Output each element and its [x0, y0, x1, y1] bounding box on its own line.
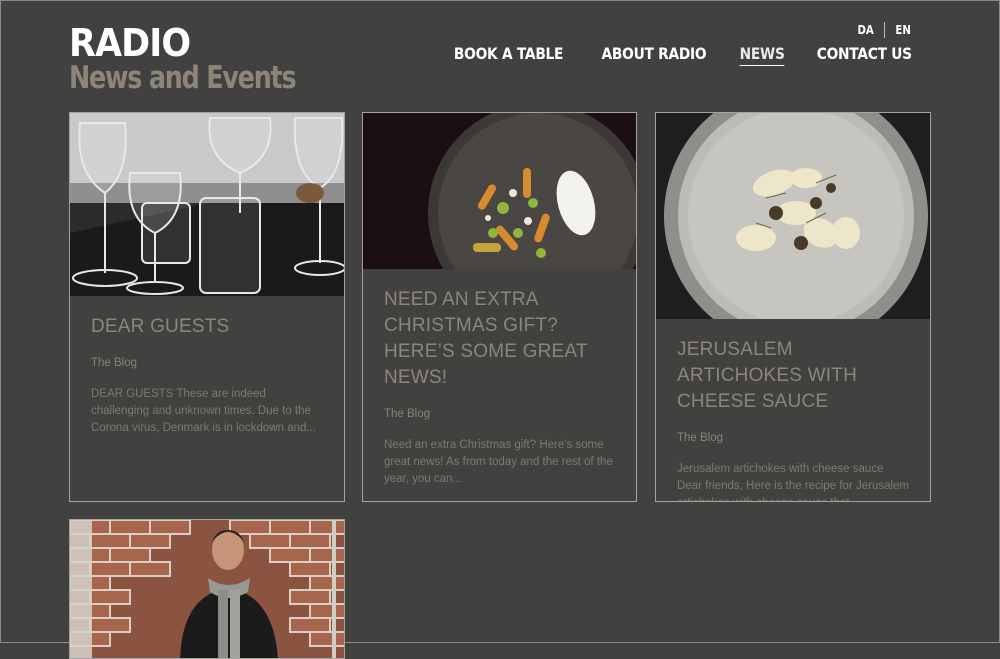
post-excerpt: Need an extra Christmas gift? Here’s som… — [384, 439, 613, 485]
post-excerpt: Jerusalem artichokes with cheese sauce D… — [677, 463, 910, 501]
post-category[interactable]: The Blog — [677, 432, 910, 444]
post-title[interactable]: JERUSALEM ARTICHOKES WITH CHEESE SAUCE — [677, 337, 910, 415]
lang-en-link[interactable]: EN — [895, 23, 911, 37]
lang-divider — [883, 22, 885, 38]
site-logo[interactable]: RADIO News and Events — [69, 24, 345, 94]
wine-glasses-image[interactable] — [70, 113, 344, 296]
main-nav: BOOK A TABLE ABOUT RADIO NEWS CONTACT US — [445, 44, 920, 66]
post-body: DEAR GUESTS The Blog DEAR GUESTS These a… — [91, 314, 324, 437]
post-title[interactable]: DEAR GUESTS — [91, 314, 324, 340]
post-title[interactable]: NEED AN EXTRA CHRISTMAS GIFT? HERE’S SOM… — [384, 287, 616, 391]
post-body: NEED AN EXTRA CHRISTMAS GIFT? HERE’S SOM… — [384, 287, 616, 488]
lang-da-link[interactable]: DA — [857, 23, 873, 37]
post-card[interactable]: NEED AN EXTRA CHRISTMAS GIFT? HERE’S SOM… — [362, 112, 637, 502]
post-card[interactable]: JERUSALEM ARTICHOKES WITH CHEESE SAUCE T… — [655, 112, 931, 502]
chef-portrait-image[interactable] — [70, 520, 344, 658]
post-excerpt: DEAR GUESTS These are indeed challenging… — [91, 388, 316, 434]
post-category[interactable]: The Blog — [91, 357, 324, 369]
language-switcher: DA EN — [856, 22, 913, 38]
nav-about-radio[interactable]: ABOUT RADIO — [602, 44, 707, 66]
page-title: News and Events — [69, 60, 297, 96]
nav-news[interactable]: NEWS — [739, 44, 785, 66]
artichoke-dish-image[interactable] — [656, 113, 930, 319]
carrot-dish-image[interactable] — [363, 113, 636, 269]
logo-wordmark: RADIO — [69, 21, 191, 65]
post-body: JERUSALEM ARTICHOKES WITH CHEESE SAUCE T… — [677, 337, 910, 501]
post-category[interactable]: The Blog — [384, 408, 616, 420]
post-card[interactable]: DEAR GUESTS The Blog DEAR GUESTS These a… — [69, 112, 345, 502]
nav-contact-us[interactable]: CONTACT US — [817, 44, 912, 66]
nav-book-a-table[interactable]: BOOK A TABLE — [454, 44, 564, 66]
post-card[interactable] — [69, 519, 345, 659]
